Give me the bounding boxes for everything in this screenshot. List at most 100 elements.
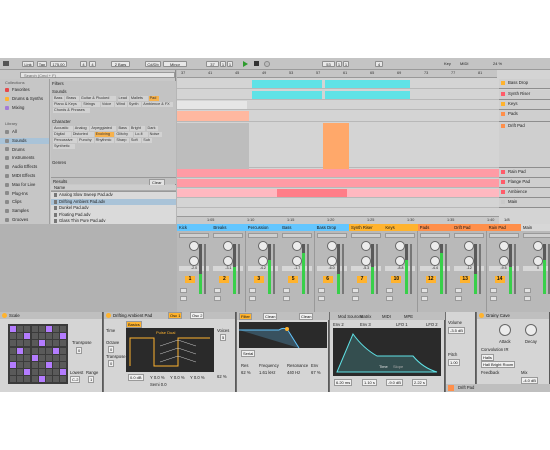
channel-title[interactable]: Kick bbox=[177, 224, 212, 231]
scale-pad[interactable] bbox=[31, 326, 38, 332]
collection-item[interactable]: Mixing bbox=[5, 105, 24, 111]
volume-fader[interactable] bbox=[513, 244, 516, 294]
filter-tag[interactable]: Noise bbox=[148, 132, 163, 137]
channel-title[interactable]: Drift Pad bbox=[452, 224, 488, 231]
device-power-icon[interactable] bbox=[106, 313, 111, 318]
channel-title[interactable]: Main bbox=[521, 224, 550, 231]
time-sig-numerator[interactable]: 4 bbox=[80, 61, 87, 67]
scale-pad[interactable] bbox=[60, 326, 67, 332]
scale-pad[interactable] bbox=[38, 333, 45, 340]
send-select[interactable] bbox=[488, 233, 519, 238]
mod-tab[interactable]: MPE bbox=[404, 314, 413, 319]
filter-tag[interactable]: Strings bbox=[82, 102, 100, 107]
quantize-menu[interactable]: 2 Bars bbox=[111, 61, 130, 67]
voices-value[interactable]: 5 bbox=[220, 334, 227, 341]
reverb-device-header[interactable]: Grainy Cave bbox=[477, 312, 549, 319]
pan-knob[interactable] bbox=[533, 256, 543, 266]
browser-search-input[interactable]: Search (Cmd + F) bbox=[20, 72, 175, 78]
scale-pad[interactable] bbox=[10, 369, 16, 376]
track-activator[interactable]: 12 bbox=[425, 276, 436, 283]
scale-pad[interactable] bbox=[10, 340, 16, 347]
scale-pad[interactable] bbox=[10, 362, 16, 368]
scale-pad[interactable] bbox=[24, 347, 31, 354]
track-activator[interactable]: 6 bbox=[322, 276, 333, 283]
lowest-value[interactable]: C-2 bbox=[70, 376, 81, 383]
scale-pad[interactable] bbox=[60, 333, 67, 340]
arrangement-clip[interactable] bbox=[177, 179, 499, 187]
env-amount-value[interactable]: 67 % bbox=[311, 370, 321, 375]
arrangement-clip[interactable] bbox=[252, 91, 322, 99]
scale-pad[interactable] bbox=[38, 376, 45, 383]
filter-tag[interactable]: Brass bbox=[65, 96, 79, 101]
time-ruler[interactable]: 1:05 1:10 1:15 1:20 1:25 1:30 1:35 1:40 bbox=[177, 216, 499, 224]
scale-pad[interactable] bbox=[38, 354, 45, 361]
scale-pad[interactable] bbox=[53, 369, 60, 376]
filter-tag[interactable]: Synthetic bbox=[53, 144, 75, 149]
scale-pad[interactable] bbox=[31, 340, 38, 347]
pan-knob[interactable] bbox=[326, 256, 337, 266]
filter-tag[interactable]: Guitar & Plucked bbox=[79, 96, 117, 101]
scale-pad[interactable] bbox=[17, 369, 24, 376]
result-row[interactable]: Drifting Ambient Pad.adv bbox=[51, 198, 176, 205]
library-item[interactable]: Drums bbox=[5, 147, 25, 153]
track-header[interactable]: Pads bbox=[499, 110, 550, 122]
lfo2-tab[interactable]: LFO 2 bbox=[426, 322, 438, 327]
env2-tab[interactable]: Env 2 bbox=[333, 322, 344, 327]
ir-category-select[interactable]: Halls bbox=[481, 354, 494, 361]
volume-value[interactable]: -3.5 dB bbox=[448, 327, 465, 334]
filter-tag[interactable]: Digital bbox=[53, 132, 71, 137]
filter-tag[interactable]: Evolving bbox=[94, 132, 115, 137]
osc1-tab[interactable]: Osc 1 bbox=[168, 312, 183, 319]
arm-button[interactable] bbox=[352, 296, 359, 301]
channel-title[interactable]: Keys bbox=[383, 224, 419, 231]
library-item[interactable]: Audio Effects bbox=[5, 164, 37, 170]
send-a-knob[interactable] bbox=[395, 241, 406, 251]
env3-tab[interactable]: Env 3 bbox=[360, 322, 371, 327]
pan-knob[interactable] bbox=[292, 256, 303, 266]
mod-tab[interactable]: Matrix bbox=[360, 314, 371, 319]
filter-tag[interactable]: Wind bbox=[115, 102, 127, 107]
scale-pad[interactable] bbox=[24, 354, 31, 361]
loop-length[interactable]: 4 bbox=[375, 61, 383, 67]
filter-tag[interactable]: Lo-fi bbox=[134, 132, 148, 137]
scale-pad[interactable] bbox=[24, 362, 31, 368]
arm-button[interactable] bbox=[420, 296, 428, 301]
solo-button[interactable] bbox=[248, 288, 256, 293]
arm-button[interactable] bbox=[489, 296, 497, 301]
scale-pad[interactable] bbox=[46, 340, 52, 347]
scale-pad[interactable] bbox=[60, 354, 67, 361]
scale-pad[interactable] bbox=[24, 340, 31, 347]
filter-tag[interactable]: Punchy bbox=[78, 138, 94, 143]
solo-button[interactable] bbox=[420, 288, 428, 293]
pan-knob[interactable] bbox=[257, 256, 268, 266]
arrangement-clip[interactable] bbox=[177, 111, 249, 121]
scale-pad[interactable] bbox=[53, 376, 60, 383]
mod-tab[interactable]: MIDI bbox=[382, 314, 391, 319]
scale-pad[interactable] bbox=[46, 333, 52, 340]
volume-fader[interactable] bbox=[376, 244, 378, 294]
send-a-knob[interactable] bbox=[257, 241, 268, 251]
library-item[interactable]: Max for Live bbox=[5, 182, 35, 188]
filter-tag[interactable]: Pad bbox=[148, 96, 159, 101]
scale-pad[interactable] bbox=[60, 376, 67, 383]
library-item[interactable]: Instruments bbox=[5, 155, 34, 161]
scale-pad[interactable] bbox=[46, 354, 52, 361]
filters-heading[interactable]: Filters bbox=[52, 81, 64, 87]
sustain-value[interactable]: -9.0 dB bbox=[386, 379, 403, 386]
scale-pad[interactable] bbox=[10, 354, 16, 361]
scale-pad[interactable] bbox=[10, 347, 16, 354]
arm-button[interactable] bbox=[386, 296, 394, 301]
preset-select[interactable]: Basics bbox=[126, 321, 142, 328]
scale-pad[interactable] bbox=[53, 354, 60, 361]
arrangement-lane[interactable] bbox=[177, 198, 499, 208]
device-power-icon[interactable] bbox=[479, 313, 484, 318]
volume-fader[interactable] bbox=[238, 244, 241, 294]
scale-pad[interactable] bbox=[38, 340, 45, 347]
scale-pad[interactable] bbox=[17, 376, 24, 383]
frequency-value[interactable]: 1.61 kHz bbox=[259, 370, 276, 375]
scale-pad[interactable] bbox=[17, 326, 24, 332]
key-map-button[interactable]: Key bbox=[444, 61, 451, 67]
result-row[interactable]: Floating Pad.adv bbox=[51, 212, 176, 218]
track-header[interactable]: Keys bbox=[499, 100, 550, 110]
scale-pad[interactable] bbox=[17, 333, 24, 340]
